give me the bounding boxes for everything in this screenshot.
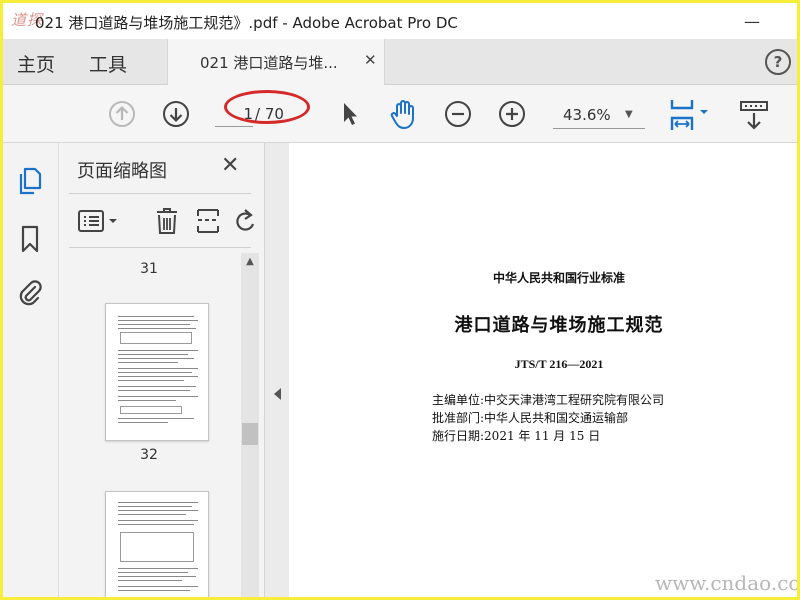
document-org: 中华人民共和国行业标准 bbox=[492, 271, 625, 285]
hand-tool-icon[interactable] bbox=[387, 97, 419, 131]
close-panel-button[interactable]: ✕ bbox=[221, 153, 239, 178]
site-watermark: www.cndao.com bbox=[655, 571, 797, 595]
toolbar: 1 / 70 43.6% ▼ bbox=[3, 85, 797, 143]
document-effective-date: 施行日期:2021 年 11 月 15 日 bbox=[432, 429, 601, 443]
document-code: JTS/T 216—2021 bbox=[514, 357, 604, 371]
prev-page-icon[interactable] bbox=[107, 99, 137, 129]
panel-collapse-strip[interactable] bbox=[265, 143, 289, 597]
rotate-page-icon[interactable] bbox=[231, 205, 259, 237]
divider bbox=[69, 193, 251, 194]
tab-tools[interactable]: 工具 bbox=[89, 50, 127, 77]
page-total-label: / 70 bbox=[255, 105, 284, 123]
next-page-icon[interactable] bbox=[161, 99, 191, 129]
page-thumbnail[interactable] bbox=[105, 491, 209, 597]
acrobat-window: 道探 021 港口道路与堆场施工规范》.pdf - Adobe Acrobat … bbox=[3, 3, 797, 597]
page-fit-icon[interactable] bbox=[665, 95, 715, 133]
document-approver: 批准部门:中华人民共和国交通运输部 bbox=[432, 411, 629, 425]
panel-title: 页面缩略图 bbox=[77, 161, 167, 182]
zoom-out-icon[interactable] bbox=[443, 99, 473, 129]
thumbnail-label: 31 bbox=[140, 261, 158, 277]
close-tab-button[interactable]: ✕ bbox=[364, 51, 377, 69]
tab-bar: 主页 工具 021 港口道路与堆... ✕ ? bbox=[3, 39, 797, 85]
delete-page-icon[interactable] bbox=[153, 205, 181, 237]
page-thumbnails-icon[interactable] bbox=[15, 165, 45, 197]
collapse-panel-icon[interactable] bbox=[274, 388, 281, 400]
document-view[interactable]: 中华人民共和国行业标准 港口道路与堆场施工规范 JTS/T 216—2021 主… bbox=[289, 143, 797, 597]
scroll-thumb[interactable] bbox=[242, 423, 258, 445]
thumbnail-scrollbar[interactable]: ▲ bbox=[241, 253, 259, 597]
scroll-mode-icon[interactable] bbox=[737, 97, 771, 133]
thumbnail-label: 32 bbox=[140, 447, 158, 463]
page-number-input[interactable]: 1 bbox=[215, 101, 253, 127]
zoom-in-icon[interactable] bbox=[497, 99, 527, 129]
bookmarks-icon[interactable] bbox=[17, 223, 43, 255]
page-thumbnails-panel: 页面缩略图 ✕ 31 32 ▲ bbox=[59, 143, 265, 597]
thumbnail-options-icon[interactable] bbox=[77, 207, 121, 235]
panel-toolbar bbox=[59, 199, 265, 243]
navigation-rail bbox=[3, 143, 59, 597]
minimize-button[interactable]: — bbox=[729, 3, 775, 39]
attachments-icon[interactable] bbox=[15, 277, 45, 309]
title-bar: 道探 021 港口道路与堆场施工规范》.pdf - Adobe Acrobat … bbox=[3, 3, 797, 39]
zoom-value: 43.6% bbox=[563, 106, 611, 124]
extract-page-icon[interactable] bbox=[193, 205, 223, 237]
select-cursor-icon[interactable] bbox=[337, 99, 363, 129]
scroll-up-icon[interactable]: ▲ bbox=[241, 253, 259, 271]
divider bbox=[69, 247, 251, 248]
document-tab-label: 021 港口道路与堆... bbox=[200, 54, 338, 72]
zoom-select[interactable]: 43.6% ▼ bbox=[553, 101, 645, 129]
window-title: 021 港口道路与堆场施工规范》.pdf - Adobe Acrobat Pro… bbox=[35, 14, 458, 32]
tab-home[interactable]: 主页 bbox=[17, 50, 55, 77]
document-title: 港口道路与堆场施工规范 bbox=[454, 315, 664, 336]
chevron-down-icon: ▼ bbox=[625, 109, 633, 120]
thumbnail-list: 31 32 bbox=[59, 251, 239, 597]
help-button[interactable]: ? bbox=[765, 49, 791, 75]
tab-document[interactable]: 021 港口道路与堆... ✕ bbox=[167, 39, 385, 85]
document-editor: 主编单位:中交天津港湾工程研究院有限公司 bbox=[432, 393, 665, 407]
page-thumbnail[interactable] bbox=[105, 303, 209, 441]
